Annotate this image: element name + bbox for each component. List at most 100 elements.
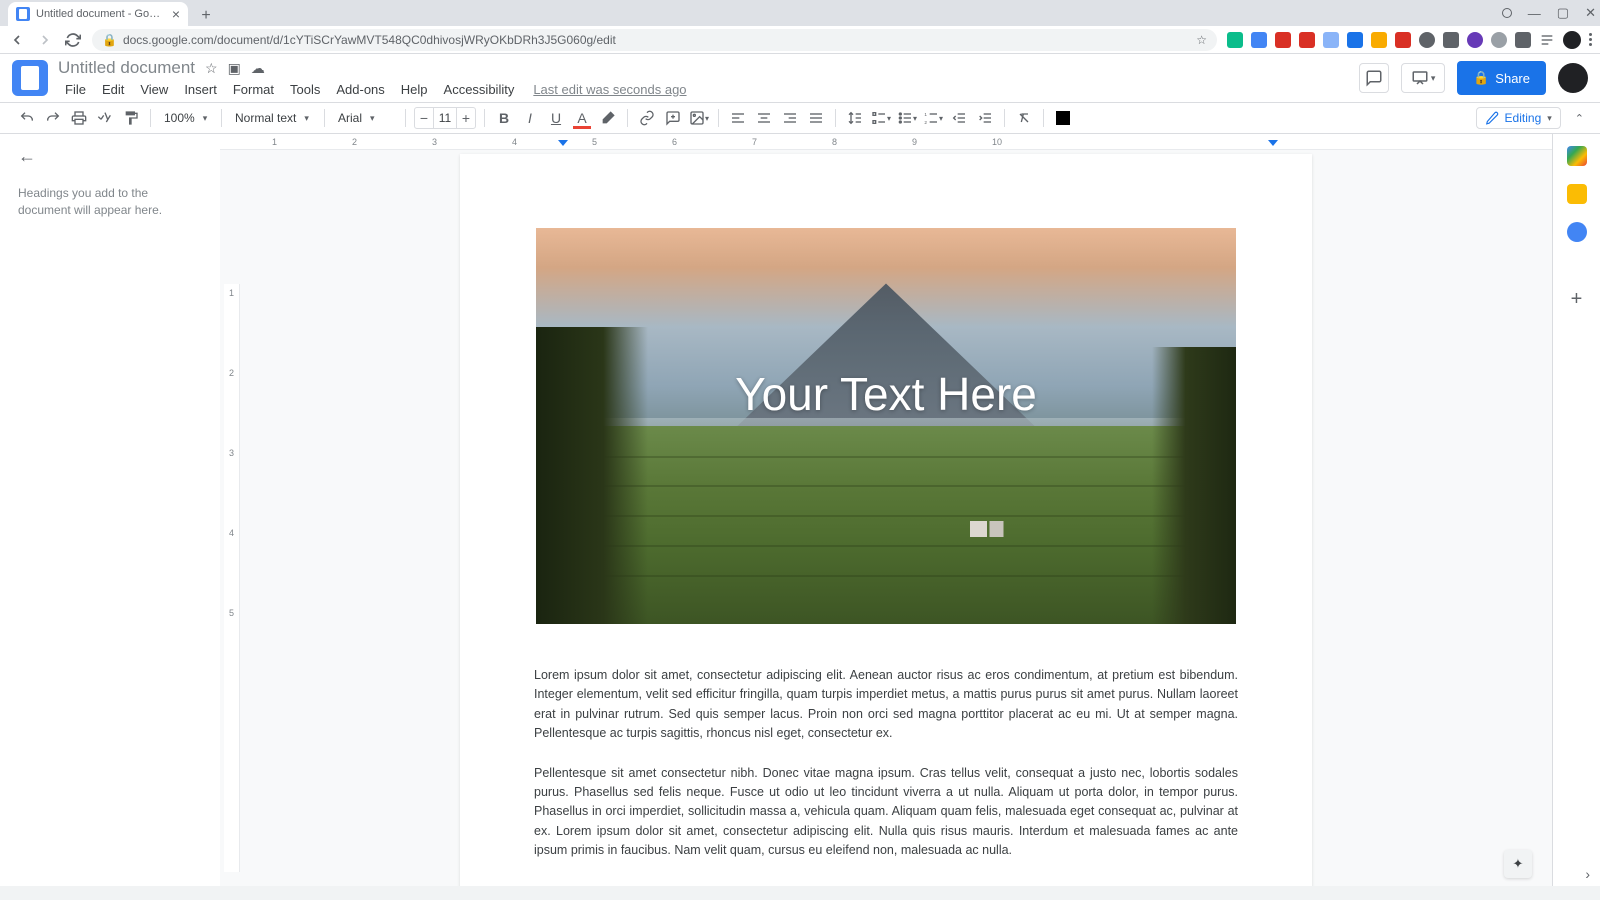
ruler-margin-marker[interactable]: [1268, 140, 1278, 146]
fontsize-decrease[interactable]: −: [415, 110, 433, 126]
bold-button[interactable]: B: [493, 107, 515, 129]
browser-tab[interactable]: Untitled document - Google Doc ×: [8, 2, 188, 26]
menu-file[interactable]: File: [58, 80, 93, 99]
explore-button[interactable]: ✦: [1504, 850, 1532, 878]
outline-back-icon[interactable]: ←: [18, 146, 202, 167]
italic-button[interactable]: I: [519, 107, 541, 129]
numbered-list-button[interactable]: 12▾: [922, 107, 944, 129]
docs-home-icon[interactable]: [12, 60, 48, 96]
ruler-indent-marker[interactable]: [558, 140, 568, 146]
menu-insert[interactable]: Insert: [177, 80, 224, 99]
font-size-stepper[interactable]: − 11 +: [414, 107, 476, 129]
fontsize-value[interactable]: 11: [433, 108, 457, 128]
line-spacing-button[interactable]: [844, 107, 866, 129]
bookmark-star-icon[interactable]: ☆: [1196, 33, 1207, 47]
align-right-button[interactable]: [779, 107, 801, 129]
recording-icon: [1502, 8, 1512, 18]
ext-icon[interactable]: [1251, 32, 1267, 48]
document-page[interactable]: Your Text Here Lorem ipsum dolor sit ame…: [460, 154, 1312, 886]
align-center-button[interactable]: [753, 107, 775, 129]
ime-button[interactable]: [1052, 107, 1074, 129]
star-icon[interactable]: ☆: [205, 60, 218, 77]
spellcheck-button[interactable]: [94, 107, 116, 129]
paragraph[interactable]: Pellentesque sit amet consectetur nibh. …: [534, 764, 1238, 861]
align-justify-button[interactable]: [805, 107, 827, 129]
comment-button[interactable]: [662, 107, 684, 129]
url-text: docs.google.com/document/d/1cYTiSCrYawMV…: [123, 33, 616, 47]
url-bar[interactable]: 🔒 docs.google.com/document/d/1cYTiSCrYaw…: [92, 29, 1217, 51]
minimize-icon[interactable]: —: [1528, 6, 1541, 21]
print-button[interactable]: [68, 107, 90, 129]
hide-panel-icon[interactable]: ›: [1585, 866, 1590, 882]
ext-icon[interactable]: [1275, 32, 1291, 48]
ext-icon[interactable]: [1395, 32, 1411, 48]
ext-icon[interactable]: [1323, 32, 1339, 48]
ext-icon[interactable]: [1227, 32, 1243, 48]
highlight-button[interactable]: [597, 107, 619, 129]
ext-icon[interactable]: [1419, 32, 1435, 48]
share-button[interactable]: 🔒 Share: [1457, 61, 1546, 95]
menu-addons[interactable]: Add-ons: [329, 80, 391, 99]
checklist-button[interactable]: ▾: [870, 107, 892, 129]
align-left-button[interactable]: [727, 107, 749, 129]
bullet-list-button[interactable]: ▾: [896, 107, 918, 129]
comments-button[interactable]: [1359, 63, 1389, 93]
cloud-icon[interactable]: ☁: [251, 60, 265, 77]
calendar-icon[interactable]: [1567, 146, 1587, 166]
styles-select[interactable]: Normal text: [230, 106, 316, 130]
menu-tools[interactable]: Tools: [283, 80, 327, 99]
move-icon[interactable]: ▣: [228, 60, 241, 77]
collapse-toolbar-icon[interactable]: ⌃: [1575, 112, 1584, 125]
image-button[interactable]: ▾: [688, 107, 710, 129]
zoom-select[interactable]: 100%: [159, 106, 213, 130]
browser-menu-icon[interactable]: [1589, 33, 1592, 46]
new-tab-button[interactable]: +: [196, 6, 216, 26]
ext-icon[interactable]: [1371, 32, 1387, 48]
underline-button[interactable]: U: [545, 107, 567, 129]
menu-accessibility[interactable]: Accessibility: [437, 80, 522, 99]
hero-text-overlay[interactable]: Your Text Here: [735, 367, 1037, 421]
ext-icon[interactable]: [1347, 32, 1363, 48]
maximize-icon[interactable]: ▢: [1557, 5, 1569, 21]
last-edit-link[interactable]: Last edit was seconds ago: [533, 82, 686, 97]
menu-format[interactable]: Format: [226, 80, 281, 99]
reload-button[interactable]: [64, 31, 82, 49]
paragraph[interactable]: Lorem ipsum dolor sit amet, consectetur …: [534, 666, 1238, 744]
account-avatar[interactable]: [1558, 63, 1588, 93]
menu-edit[interactable]: Edit: [95, 80, 131, 99]
font-select[interactable]: Arial: [333, 106, 397, 130]
outdent-button[interactable]: [948, 107, 970, 129]
svg-text:1: 1: [924, 112, 927, 117]
menu-view[interactable]: View: [133, 80, 175, 99]
back-button[interactable]: [8, 31, 26, 49]
ext-icon[interactable]: [1299, 32, 1315, 48]
undo-button[interactable]: [16, 107, 38, 129]
ext-icon[interactable]: [1467, 32, 1483, 48]
profile-avatar[interactable]: [1563, 31, 1581, 49]
ext-icon[interactable]: [1491, 32, 1507, 48]
fontsize-increase[interactable]: +: [457, 110, 475, 126]
paint-format-button[interactable]: [120, 107, 142, 129]
close-tab-icon[interactable]: ×: [172, 6, 180, 22]
clear-format-button[interactable]: [1013, 107, 1035, 129]
document-canvas[interactable]: 1 2 3 4 5 6 7 8 9 10: [220, 134, 1552, 886]
extensions: [1227, 31, 1592, 49]
text-color-button[interactable]: A: [571, 107, 593, 129]
link-button[interactable]: [636, 107, 658, 129]
extensions-icon[interactable]: [1515, 32, 1531, 48]
menu-help[interactable]: Help: [394, 80, 435, 99]
reading-list-icon[interactable]: [1539, 32, 1555, 48]
side-panel: +: [1552, 134, 1600, 886]
editing-mode-select[interactable]: Editing ▾: [1476, 107, 1561, 129]
tasks-icon[interactable]: [1567, 222, 1587, 242]
close-icon[interactable]: ✕: [1585, 5, 1596, 21]
add-on-plus-icon[interactable]: +: [1571, 288, 1583, 311]
indent-button[interactable]: [974, 107, 996, 129]
keep-icon[interactable]: [1567, 184, 1587, 204]
hero-image[interactable]: Your Text Here: [536, 228, 1236, 624]
present-button[interactable]: ▾: [1401, 63, 1445, 93]
ext-icon[interactable]: [1443, 32, 1459, 48]
redo-button[interactable]: [42, 107, 64, 129]
horizontal-ruler[interactable]: 1 2 3 4 5 6 7 8 9 10: [220, 134, 1552, 150]
document-title[interactable]: Untitled document: [58, 58, 195, 78]
